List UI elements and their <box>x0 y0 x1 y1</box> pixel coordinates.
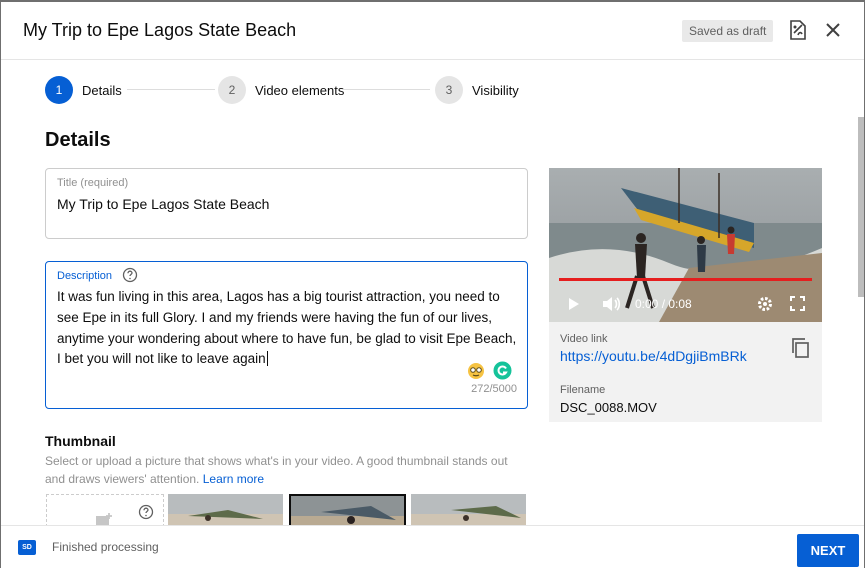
grammarly-icon[interactable] <box>493 361 512 380</box>
step-label: Video elements <box>255 82 345 98</box>
upload-dialog: My Trip to Epe Lagos State Beach Saved a… <box>1 2 864 568</box>
step-number: 3 <box>435 76 463 104</box>
description-line: It was fun living in this area, Lagos ha… <box>57 289 500 304</box>
video-preview-card: 0:00 / 0:08 Video link https://youtu.be/… <box>549 168 822 422</box>
settings-gear-icon[interactable] <box>757 296 773 315</box>
description-field-label: Description <box>57 270 113 282</box>
upload-stepper: 1 Details 2 Video elements 3 Visibility <box>45 75 525 105</box>
thumbnail-description: Select or upload a picture that shows wh… <box>45 454 508 486</box>
learn-more-link[interactable]: Learn more <box>203 472 264 486</box>
title-field-value[interactable]: My Trip to Epe Lagos State Beach <box>57 196 269 212</box>
section-title: Details <box>45 129 111 151</box>
play-icon[interactable] <box>568 297 580 314</box>
video-time: 0:00 / 0:08 <box>635 297 692 311</box>
close-icon[interactable] <box>821 18 845 42</box>
step-connector <box>342 89 430 90</box>
step-label: Details <box>82 82 122 98</box>
description-field[interactable]: Description It was fun living in this ar… <box>45 261 528 409</box>
video-progress-bar[interactable] <box>559 278 812 281</box>
step-visibility[interactable]: 3 Visibility <box>435 75 519 105</box>
step-number: 2 <box>218 76 246 104</box>
scrollbar[interactable] <box>858 117 864 297</box>
step-number: 1 <box>45 76 73 104</box>
volume-icon[interactable] <box>602 296 622 315</box>
help-icon[interactable] <box>122 267 138 283</box>
emoji-icon[interactable] <box>467 362 485 380</box>
description-line: I bet you will not like to leave again <box>57 351 268 367</box>
dialog-header: My Trip to Epe Lagos State Beach Saved a… <box>1 2 864 60</box>
saved-draft-badge: Saved as draft <box>682 20 774 42</box>
title-field-label: Title (required) <box>57 177 129 189</box>
character-counter: 272/5000 <box>471 383 517 395</box>
description-line: see Epe in its full Glory. I and my frie… <box>57 309 492 325</box>
thumbnail-title: Thumbnail <box>45 433 116 449</box>
sd-badge: SD <box>18 540 36 555</box>
filename-label: Filename <box>560 384 606 396</box>
filename-value: DSC_0088.MOV <box>560 400 657 415</box>
title-field[interactable]: Title (required) My Trip to Epe Lagos St… <box>45 168 528 239</box>
video-link[interactable]: https://youtu.be/4dDgjiBmBRk <box>560 348 747 364</box>
step-label: Visibility <box>472 82 519 98</box>
processing-status: Finished processing <box>52 540 159 554</box>
description-text[interactable]: It was fun living in this area, Lagos ha… <box>57 287 517 370</box>
video-player[interactable]: 0:00 / 0:08 <box>549 168 822 322</box>
help-icon[interactable] <box>138 504 154 525</box>
description-line: anytime your wondering about where to ha… <box>57 330 517 346</box>
step-connector <box>127 89 215 90</box>
step-details[interactable]: 1 Details <box>45 75 122 105</box>
copy-icon[interactable] <box>790 337 812 359</box>
step-video-elements[interactable]: 2 Video elements <box>218 75 344 105</box>
next-button[interactable]: NEXT <box>797 534 859 567</box>
fullscreen-icon[interactable] <box>790 296 805 314</box>
dialog-title: My Trip to Epe Lagos State Beach <box>23 20 297 40</box>
dialog-footer: SD Finished processing NEXT <box>1 525 864 568</box>
feedback-icon[interactable] <box>786 18 810 42</box>
video-link-label: Video link <box>560 333 608 345</box>
